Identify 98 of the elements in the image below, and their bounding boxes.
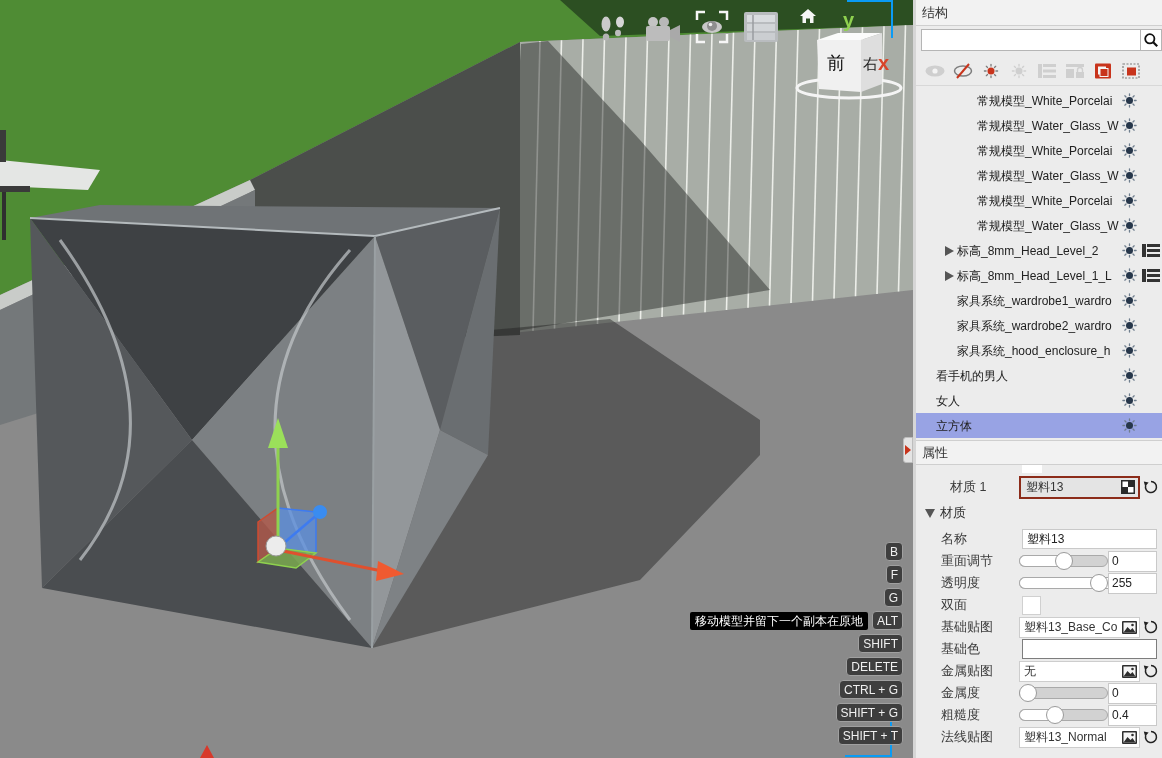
property-label: 重面调节 (940, 552, 994, 570)
property-label: 名称 (940, 530, 968, 548)
tree-item[interactable]: 常规模型_Water_Glass_W (916, 113, 1162, 138)
shortcut-key[interactable]: CTRL + G (839, 680, 903, 699)
reset-icon[interactable] (1143, 479, 1159, 495)
name-field[interactable]: 塑料13 (1022, 529, 1157, 549)
tree-item[interactable]: 常规模型_White_Porcelai (916, 88, 1162, 113)
cube[interactable] (29, 205, 501, 649)
tree-item[interactable]: 常规模型_White_Porcelai (916, 138, 1162, 163)
sun-icon[interactable] (1122, 418, 1137, 433)
image-icon[interactable] (1122, 620, 1137, 634)
sun-icon[interactable] (1122, 168, 1137, 183)
sun-icon[interactable] (1122, 318, 1137, 333)
square-icon[interactable] (1093, 62, 1113, 79)
section-header[interactable]: 材质 (925, 503, 966, 523)
property-label: 材质 1 (949, 478, 988, 496)
video-camera-icon[interactable] (643, 16, 681, 42)
cube-face-label[interactable]: 右 (863, 56, 878, 71)
axis-label: x (878, 53, 890, 73)
focus-icon[interactable] (695, 10, 729, 44)
slider-thumb[interactable] (1090, 574, 1108, 592)
dashed-square-icon[interactable] (1121, 62, 1141, 79)
triangle-icon[interactable] (944, 245, 954, 256)
triangle-icon[interactable] (944, 270, 954, 281)
reset-icon[interactable] (1143, 663, 1159, 679)
tree-item[interactable]: 常规模型_White_Porcelai (916, 188, 1162, 213)
cube-face-label[interactable]: 前 (827, 54, 845, 72)
triangle-icon (905, 445, 911, 455)
sun-icon[interactable] (1122, 393, 1137, 408)
tree-item[interactable]: 常规模型_Water_Glass_W (916, 213, 1162, 238)
sun-icon[interactable] (1122, 218, 1137, 233)
property-label: 法线贴图 (940, 728, 994, 746)
search-icon (1144, 33, 1158, 47)
sun-icon[interactable] (1122, 193, 1137, 208)
tree-item[interactable]: 看手机的男人 (916, 363, 1162, 388)
value-field[interactable]: 0 (1108, 682, 1157, 704)
reset-icon[interactable] (1143, 729, 1159, 745)
property-label: 金属度 (940, 684, 981, 702)
hidden-eye-icon[interactable] (953, 62, 973, 79)
panel-title: 属性 (922, 443, 948, 462)
sun-icon[interactable] (1122, 118, 1137, 133)
image-icon[interactable] (1122, 664, 1137, 678)
tree-item[interactable]: 立方体 (916, 413, 1162, 438)
value-field[interactable]: 255 (1108, 572, 1157, 594)
property-label: 基础贴图 (940, 618, 994, 636)
shortcut-key[interactable]: SHIFT + T (837, 726, 903, 745)
move-gizmo[interactable] (256, 418, 404, 581)
texture-field[interactable]: 无 (1019, 660, 1140, 682)
color-field[interactable] (1022, 639, 1157, 659)
slider-thumb[interactable] (1054, 552, 1073, 570)
panel-title: 结构 (922, 3, 948, 22)
sun-icon[interactable] (1122, 268, 1137, 283)
tree-item[interactable]: 家具系统_hood_enclosure_h (916, 338, 1162, 363)
shortcut-key[interactable]: ALT (871, 611, 903, 630)
image-icon[interactable] (1122, 730, 1137, 744)
search-button[interactable] (1141, 29, 1162, 51)
collapse-tab[interactable] (903, 437, 913, 463)
tree-item[interactable]: 家具系统_wardrobe2_wardro (916, 313, 1162, 338)
cone-drawing (200, 745, 214, 758)
home-icon[interactable] (800, 9, 816, 23)
tree-item[interactable]: 家具系统_wardrobe1_wardro (916, 288, 1162, 313)
sun-icon[interactable] (1122, 243, 1137, 258)
slider-thumb[interactable] (1019, 684, 1037, 702)
panel-list-icon[interactable] (743, 11, 779, 43)
sun-icon[interactable] (1122, 368, 1137, 383)
triangle-icon[interactable] (925, 508, 935, 518)
axis-label: y (843, 10, 855, 30)
tree-item[interactable]: 标高_8mm_Head_Level_1_L (916, 263, 1162, 288)
checkbox[interactable] (1022, 595, 1041, 615)
list-icon[interactable] (1142, 243, 1160, 258)
tree-item[interactable]: 常规模型_Water_Glass_W (916, 163, 1162, 188)
property-label: 粗糙度 (940, 706, 981, 724)
property-label: 基础色 (940, 640, 981, 658)
texture-field[interactable]: 塑料13_Normal (1019, 726, 1140, 748)
value-field[interactable]: 0.4 (1108, 704, 1157, 726)
property-label: 透明度 (940, 574, 981, 592)
material-icon (1121, 480, 1135, 494)
sun-icon[interactable] (1122, 343, 1137, 358)
sun-icon[interactable] (1122, 93, 1137, 108)
sun-icon[interactable] (1122, 143, 1137, 158)
property-label: 金属贴图 (940, 662, 994, 680)
property-label: 双面 (940, 596, 968, 614)
reset-icon[interactable] (1143, 619, 1159, 635)
view-cube[interactable] (795, 33, 903, 100)
shortcut-key[interactable]: DELETE (846, 657, 903, 676)
material-field[interactable]: 塑料13 (1019, 475, 1140, 499)
search-field[interactable] (921, 29, 1141, 51)
shortcut-key[interactable]: SHIFT (858, 634, 903, 653)
input-field[interactable] (1022, 465, 1042, 473)
value-field[interactable]: 0 (1108, 550, 1157, 572)
tree-item[interactable]: 女人 (916, 388, 1162, 413)
sun-icon[interactable] (981, 62, 1001, 79)
sun-icon[interactable] (1122, 293, 1137, 308)
list-icon[interactable] (1142, 268, 1160, 283)
texture-field[interactable]: 塑料13_Base_Co (1019, 616, 1140, 638)
tree-item[interactable]: 标高_8mm_Head_Level_2 (916, 238, 1162, 263)
slider-thumb[interactable] (1045, 706, 1064, 724)
shortcut-key[interactable]: SHIFT + G (835, 703, 903, 722)
